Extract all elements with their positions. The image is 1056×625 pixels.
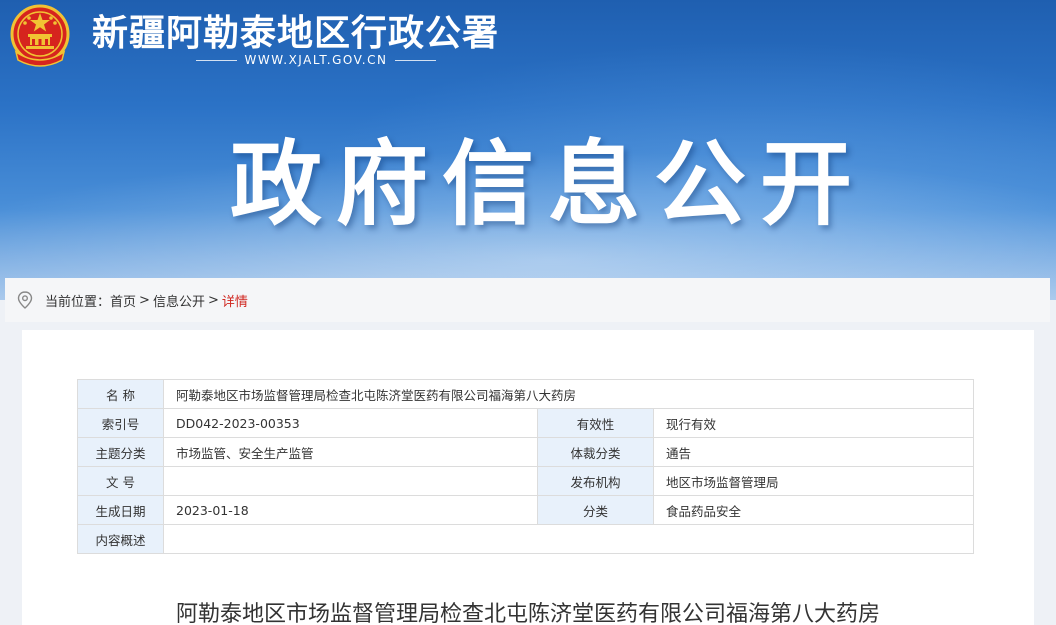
genre-label: 体裁分类	[537, 437, 654, 467]
url-divider-right	[395, 59, 437, 61]
breadcrumb-current: 详情	[221, 294, 248, 310]
banner-title: 政府信息公开	[230, 131, 867, 238]
validity-label: 有效性	[537, 408, 654, 438]
breadcrumb-section-link[interactable]: 信息公开	[153, 291, 205, 310]
breadcrumb: 当前位置： 首页 > 信息公开 > 详情	[5, 278, 1050, 322]
index-label: 索引号	[77, 408, 164, 438]
genre-value: 通告	[653, 437, 974, 467]
publisher-value: 地区市场监督管理局	[653, 466, 974, 496]
topic-label: 主题分类	[77, 437, 164, 467]
docno-value	[163, 466, 538, 496]
site-url-row: WWW.XJALT.GOV.CN	[196, 52, 437, 68]
header-banner: 新疆阿勒泰地区行政公署 WWW.XJALT.GOV.CN 政府信息公开	[0, 0, 1056, 300]
name-label: 名 称	[77, 379, 164, 409]
summary-label: 内容概述	[77, 524, 164, 554]
table-row: 内容概述	[77, 524, 974, 554]
breadcrumb-prefix: 当前位置：	[45, 294, 111, 310]
name-value: 阿勒泰地区市场监督管理局检查北屯陈济堂医药有限公司福海第八大药房	[163, 379, 974, 409]
index-value: DD042-2023-00353	[163, 408, 538, 438]
table-row: 名 称 阿勒泰地区市场监督管理局检查北屯陈济堂医药有限公司福海第八大药房	[77, 379, 974, 409]
breadcrumb-separator: >	[207, 292, 219, 308]
table-row: 生成日期 2023-01-18 分类 食品药品安全	[77, 495, 974, 525]
url-divider-left	[196, 59, 237, 61]
site-title[interactable]: 新疆阿勒泰地区行政公署	[92, 4, 499, 56]
publisher-label: 发布机构	[537, 466, 654, 496]
article-container: 名 称 阿勒泰地区市场监督管理局检查北屯陈济堂医药有限公司福海第八大药房 索引号…	[22, 330, 1034, 625]
location-pin-icon	[17, 291, 33, 309]
date-label: 生成日期	[77, 495, 164, 525]
validity-value: 现行有效	[653, 408, 974, 438]
summary-value	[163, 524, 974, 554]
breadcrumb-separator: >	[139, 292, 150, 308]
docno-label: 文 号	[77, 466, 164, 496]
table-row: 索引号 DD042-2023-00353 有效性 现行有效	[77, 408, 974, 438]
table-row: 文 号 发布机构 地区市场监督管理局	[77, 466, 974, 496]
category-value: 食品药品安全	[653, 495, 974, 525]
table-row: 主题分类 市场监管、安全生产监管 体裁分类 通告	[77, 437, 974, 467]
category-label: 分类	[537, 495, 654, 525]
national-emblem-icon[interactable]	[8, 4, 72, 70]
topic-value: 市场监管、安全生产监管	[163, 437, 538, 467]
site-url[interactable]: WWW.XJALT.GOV.CN	[245, 53, 388, 67]
article-title: 阿勒泰地区市场监督管理局检查北屯陈济堂医药有限公司福海第八大药房	[175, 602, 880, 625]
info-metadata-table: 名 称 阿勒泰地区市场监督管理局检查北屯陈济堂医药有限公司福海第八大药房 索引号…	[77, 379, 974, 554]
breadcrumb-home-link[interactable]: 首页	[110, 291, 136, 310]
date-value: 2023-01-18	[163, 495, 538, 525]
